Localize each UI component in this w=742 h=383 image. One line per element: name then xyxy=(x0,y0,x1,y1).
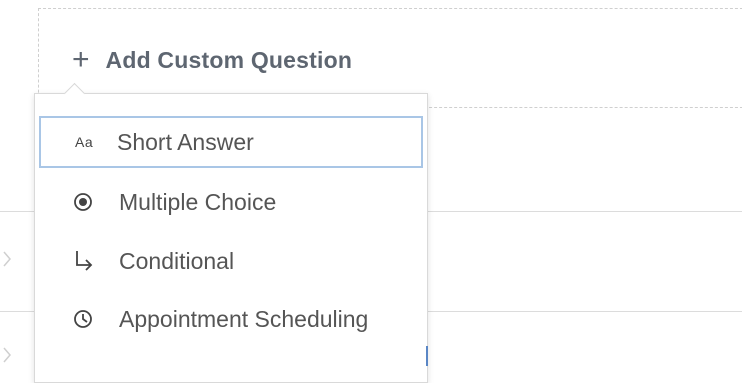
clock-icon xyxy=(73,293,103,345)
question-type-menu: Aa Short Answer Multiple Choice Conditio… xyxy=(34,82,428,383)
menu-item-label: Short Answer xyxy=(117,128,254,155)
radio-icon xyxy=(73,176,103,228)
text-aa-icon: Aa xyxy=(75,134,94,150)
menu-item-label: Multiple Choice xyxy=(119,188,277,215)
chevron-right-icon[interactable] xyxy=(2,346,16,364)
add-custom-question-button[interactable]: + Add Custom Question xyxy=(72,42,352,78)
add-custom-question-label: Add Custom Question xyxy=(105,46,353,73)
menu-item-label: Conditional xyxy=(119,247,235,274)
menu-item-label: Appointment Scheduling xyxy=(119,305,369,332)
menu-item-conditional[interactable]: Conditional xyxy=(39,235,423,287)
focus-indicator xyxy=(426,346,428,366)
menu-item-appointment-scheduling[interactable]: Appointment Scheduling xyxy=(39,293,423,345)
menu-item-multiple-choice[interactable]: Multiple Choice xyxy=(39,176,423,228)
branch-arrow-icon xyxy=(73,235,103,287)
plus-icon: + xyxy=(72,43,90,76)
menu-item-short-answer[interactable]: Aa Short Answer xyxy=(39,116,423,168)
chevron-right-icon[interactable] xyxy=(2,250,16,268)
